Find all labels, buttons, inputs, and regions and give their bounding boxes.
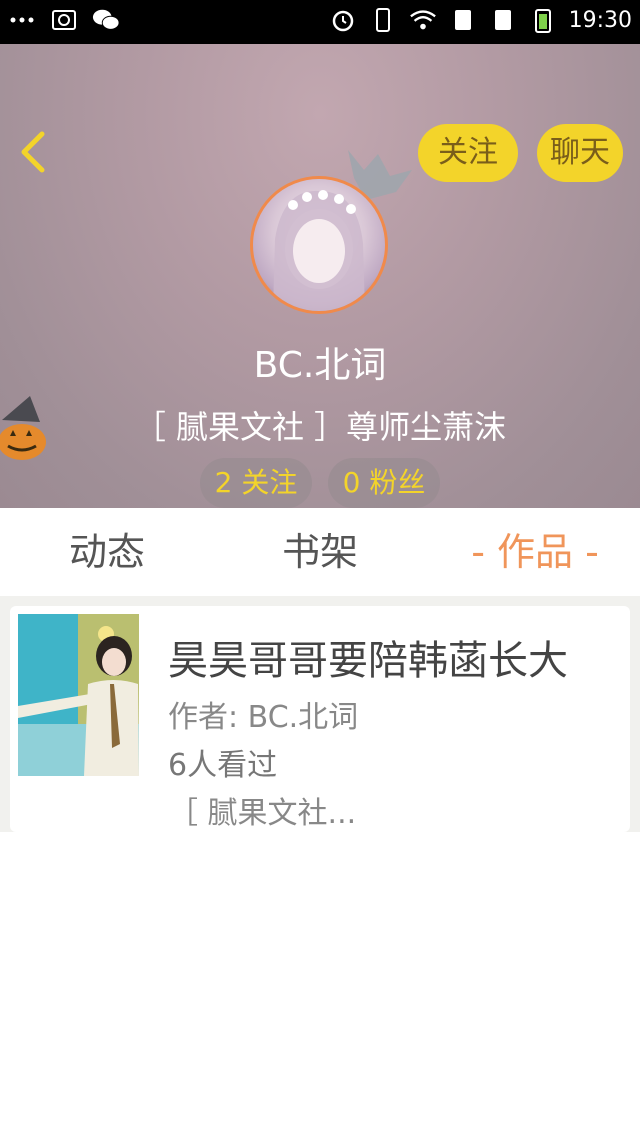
sim2-icon xyxy=(489,6,517,34)
fans-count[interactable]: 0 粉丝 xyxy=(328,458,440,508)
profile-header: 关注 聊天 BC.北词 ［ 腻果文社 ］尊师尘萧沫 2 关注 0 粉丝 xyxy=(0,44,640,508)
tab-works[interactable]: - 作品 - xyxy=(455,508,615,596)
status-bar: 19:30 xyxy=(0,0,640,44)
tab-dynamic[interactable]: 动态 xyxy=(40,508,174,596)
wechat-icon xyxy=(92,6,120,34)
book-tag: ［ 腻果文社... xyxy=(168,796,357,831)
back-button[interactable] xyxy=(14,128,54,176)
follow-button[interactable]: 关注 xyxy=(418,124,518,182)
tab-bookshelf[interactable]: 书架 xyxy=(255,508,385,596)
alarm-icon xyxy=(329,6,357,34)
book-views: 6人看过 xyxy=(168,748,278,783)
book-title[interactable]: 昊昊哥哥要陪韩菡长大 xyxy=(168,628,568,686)
chat-button[interactable]: 聊天 xyxy=(537,124,623,182)
book-author: 作者: BC.北词 xyxy=(168,700,359,735)
work-card[interactable]: 昊昊哥哥要陪韩菡长大 作者: BC.北词 6人看过 ［ 腻果文社... xyxy=(10,606,630,832)
profile-username: BC.北词 xyxy=(253,345,387,386)
screenshot-icon xyxy=(50,6,78,34)
profile-tagline: ［ 腻果文社 ］尊师尘萧沫 xyxy=(133,408,507,446)
sim1-icon xyxy=(449,6,477,34)
more-icon xyxy=(8,6,36,34)
pumpkin-decoration-icon xyxy=(0,396,54,462)
status-time: 19:30 xyxy=(568,7,632,33)
book-cover[interactable] xyxy=(18,614,139,776)
profile-tabs: 动态 书架 - 作品 - xyxy=(0,508,640,596)
chevron-left-icon xyxy=(21,131,45,173)
wifi-icon xyxy=(409,6,437,34)
vibrate-icon xyxy=(369,6,397,34)
following-count[interactable]: 2 关注 xyxy=(200,458,312,508)
battery-icon xyxy=(529,6,557,34)
avatar[interactable] xyxy=(250,176,388,314)
